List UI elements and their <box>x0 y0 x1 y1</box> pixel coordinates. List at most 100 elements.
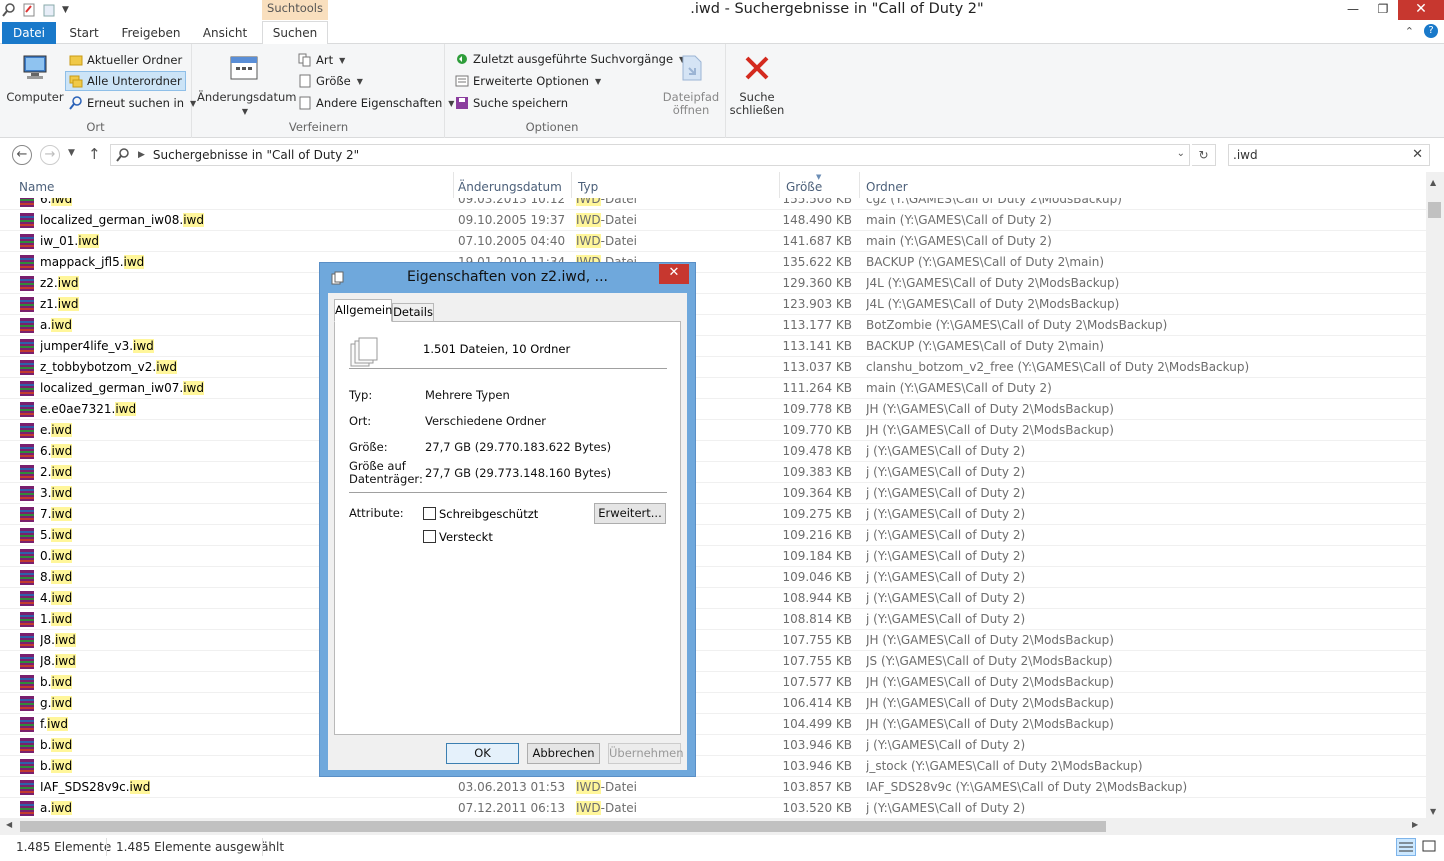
list-item[interactable]: 0.iwd 109.184 KB j (Y:\GAMES\Call of Duty … <box>0 546 1426 567</box>
list-item[interactable]: 6.iwd 109.478 KB j (Y:\GAMES\Call of Duty … <box>0 441 1426 462</box>
list-item[interactable]: 4.iwd 108.944 KB j (Y:\GAMES\Call of Duty … <box>0 588 1426 609</box>
advanced-options-button[interactable]: Erweiterte Optionen ▼ <box>452 71 604 91</box>
file-folder: J4L (Y:\GAMES\Call of Duty 2\ModsBackup) <box>866 276 1120 290</box>
recent-searches-button[interactable]: Zuletzt ausgeführte Suchvorgänge ▼ <box>452 49 688 69</box>
minimize-button[interactable]: — <box>1338 0 1368 20</box>
list-item[interactable]: b.iwd 103.946 KB j (Y:\GAMES\Call of Duty … <box>0 735 1426 756</box>
file-folder: j (Y:\GAMES\Call of Duty 2) <box>866 612 1026 626</box>
back-button[interactable]: ← <box>12 145 32 165</box>
computer-button[interactable]: Computer <box>6 52 64 104</box>
column-header-type[interactable]: Typ <box>574 172 780 198</box>
details-view-button[interactable] <box>1396 838 1416 856</box>
address-bar[interactable]: ▶ Suchergebnisse in "Call of Duty 2" ⌄ <box>110 144 1190 166</box>
vertical-scrollbar[interactable]: ▲ ▼ <box>1426 172 1444 818</box>
list-item[interactable]: a.iwd 07.12.2011 06:13 IWD-Datei 103.520 KB… <box>0 798 1426 818</box>
list-item[interactable]: a.iwd 113.177 KB BotZombie (Y:\GAMES\Call … <box>0 315 1426 336</box>
close-button[interactable]: ✕ <box>1398 0 1444 20</box>
all-subfolders-button[interactable]: Alle Unterordner <box>65 71 186 91</box>
recent-locations-icon[interactable]: ▼ <box>68 148 75 158</box>
list-item[interactable]: localized_german_iw08.iwd 09.10.2005 19:3… <box>0 210 1426 231</box>
vertical-scroll-thumb[interactable] <box>1428 202 1441 218</box>
list-item[interactable]: b.iwd 107.577 KB JH (Y:\GAMES\Call of Duty… <box>0 672 1426 693</box>
close-search-button[interactable]: Suche schließen <box>729 52 785 117</box>
hidden-label: Versteckt <box>439 530 493 544</box>
forward-button[interactable]: → <box>40 145 60 165</box>
file-name-ext: iwd <box>51 318 72 332</box>
cancel-button[interactable]: Abbrechen <box>527 743 600 764</box>
tab-datei[interactable]: Datei <box>2 22 56 44</box>
breadcrumb-path[interactable]: Suchergebnisse in "Call of Duty 2" <box>153 148 359 162</box>
list-item[interactable]: 8.iwd 109.046 KB j (Y:\GAMES\Call of Duty … <box>0 567 1426 588</box>
file-folder: j_stock (Y:\GAMES\Call of Duty 2\ModsBac… <box>866 759 1143 773</box>
list-item[interactable]: z2.iwd 129.360 KB J4L (Y:\GAMES\Call of Du… <box>0 273 1426 294</box>
clear-search-icon[interactable]: ✕ <box>1412 147 1423 162</box>
list-item[interactable]: f.iwd 104.499 KB JH (Y:\GAMES\Call of Duty… <box>0 714 1426 735</box>
tab-freigeben[interactable]: Freigeben <box>116 22 186 44</box>
list-item[interactable]: IAF_SDS28v9c.iwd 03.06.2013 01:53 IWD-Date… <box>0 777 1426 798</box>
list-item[interactable]: 7.iwd 109.275 KB j (Y:\GAMES\Call of Duty … <box>0 504 1426 525</box>
kind-button[interactable]: Art ▼ <box>295 50 348 70</box>
list-item[interactable]: e.iwd 109.770 KB JH (Y:\GAMES\Call of Duty… <box>0 420 1426 441</box>
archive-file-icon <box>20 486 34 501</box>
file-type: IWD-Datei <box>576 798 776 818</box>
current-folder-button[interactable]: Aktueller Ordner <box>66 50 185 70</box>
search-again-button[interactable]: Erneut suchen in ▼ <box>66 93 199 113</box>
file-folder: j (Y:\GAMES\Call of Duty 2) <box>866 444 1026 458</box>
help-icon[interactable]: ? <box>1424 24 1438 38</box>
tab-suchen[interactable]: Suchen <box>262 21 328 45</box>
scroll-up-icon[interactable]: ▲ <box>1430 178 1436 187</box>
list-item[interactable]: b.iwd 103.946 KB j_stock (Y:\GAMES\Call of… <box>0 756 1426 777</box>
list-item[interactable]: mappack_jfl5.iwd19.01.2010 11:34IWD-Date… <box>0 252 1426 273</box>
readonly-checkbox[interactable] <box>423 507 436 520</box>
column-header-name[interactable]: Name <box>15 172 454 198</box>
search-box[interactable]: .iwd ✕ <box>1228 144 1430 166</box>
title-bar: ▼ Suchtools .iwd - Suchergebnisse in "Ca… <box>0 0 1444 20</box>
tab-general[interactable]: Allgemein <box>334 299 392 322</box>
date-modified-button[interactable]: Änderungsdatum ▼ <box>197 52 296 118</box>
horizontal-scrollbar[interactable]: ◀ ▶ <box>0 818 1444 835</box>
list-item[interactable]: 3.iwd 109.364 KB j (Y:\GAMES\Call of Duty … <box>0 483 1426 504</box>
tab-start[interactable]: Start <box>62 22 106 44</box>
list-item[interactable]: J8.iwd 107.755 KB JH (Y:\GAMES\Call of Dut… <box>0 630 1426 651</box>
tab-details[interactable]: Details <box>392 303 434 322</box>
dialog-close-button[interactable]: ✕ <box>659 264 689 284</box>
hidden-checkbox[interactable] <box>423 530 436 543</box>
scroll-down-icon[interactable]: ▼ <box>1430 807 1436 816</box>
list-item[interactable]: 1.iwd 108.814 KB j (Y:\GAMES\Call of Duty … <box>0 609 1426 630</box>
ribbon-collapse-icon[interactable]: ⌃ <box>1405 25 1414 38</box>
list-item[interactable]: J8.iwd 107.755 KB JS (Y:\GAMES\Call of Dut… <box>0 651 1426 672</box>
search-input[interactable]: .iwd <box>1233 148 1258 162</box>
list-item[interactable]: g.iwd 106.414 KB JH (Y:\GAMES\Call of Duty… <box>0 693 1426 714</box>
file-name-base: 6. <box>40 444 52 458</box>
list-item[interactable]: z1.iwd 123.903 KB J4L (Y:\GAMES\Call of Du… <box>0 294 1426 315</box>
other-properties-button[interactable]: Andere Eigenschaften ▼ <box>295 93 457 113</box>
list-item[interactable]: iw_01.iwd 07.10.2005 04:40 IWD-Datei 141.68… <box>0 231 1426 252</box>
tab-ansicht[interactable]: Ansicht <box>196 22 254 44</box>
scroll-left-icon[interactable]: ◀ <box>6 820 12 829</box>
restore-button[interactable]: ❐ <box>1368 0 1398 20</box>
list-item[interactable]: 5.iwd 109.216 KB j (Y:\GAMES\Call of Duty … <box>0 525 1426 546</box>
list-item[interactable]: 2.iwd 109.383 KB j (Y:\GAMES\Call of Duty … <box>0 462 1426 483</box>
ok-button[interactable]: OK <box>446 743 519 764</box>
column-header-date[interactable]: Änderungsdatum <box>454 172 572 198</box>
list-item[interactable]: jumper4life_v3.iwd 113.141 KB BACKUP (Y:\G… <box>0 336 1426 357</box>
file-folder: j (Y:\GAMES\Call of Duty 2) <box>866 570 1026 584</box>
scroll-right-icon[interactable]: ▶ <box>1412 820 1418 829</box>
column-header-folder[interactable]: Ordner <box>862 172 1426 198</box>
refresh-button[interactable]: ↻ <box>1192 144 1216 166</box>
list-item[interactable]: z_tobbybotzom_v2.iwd 113.037 KB clanshu_bo… <box>0 357 1426 378</box>
up-button[interactable]: ↑ <box>88 145 101 163</box>
size-button[interactable]: Größe ▼ <box>295 71 366 91</box>
large-icons-view-button[interactable] <box>1420 838 1440 856</box>
list-item[interactable]: localized_german_iw07.iwd 111.264 KB main … <box>0 378 1426 399</box>
breadcrumb-chevron-icon[interactable]: ▶ <box>138 150 145 160</box>
list-item[interactable]: e.e0ae7321.iwd 109.778 KB JH (Y:\GAMES\Cal… <box>0 399 1426 420</box>
save-search-button[interactable]: Suche speichern <box>452 93 571 113</box>
address-dropdown-icon[interactable]: ⌄ <box>1177 148 1185 159</box>
advanced-button[interactable]: Erweitert... <box>594 503 666 524</box>
calendar-icon <box>230 56 258 80</box>
horizontal-scroll-thumb[interactable] <box>20 821 1106 832</box>
open-file-location-button[interactable]: Dateipfad öffnen <box>658 52 724 117</box>
list-item[interactable]: 6.iwd 09.03.2013 10:12 IWD-Datei 155.508 KB… <box>0 198 1426 210</box>
apply-button[interactable]: Übernehmen <box>608 743 684 764</box>
